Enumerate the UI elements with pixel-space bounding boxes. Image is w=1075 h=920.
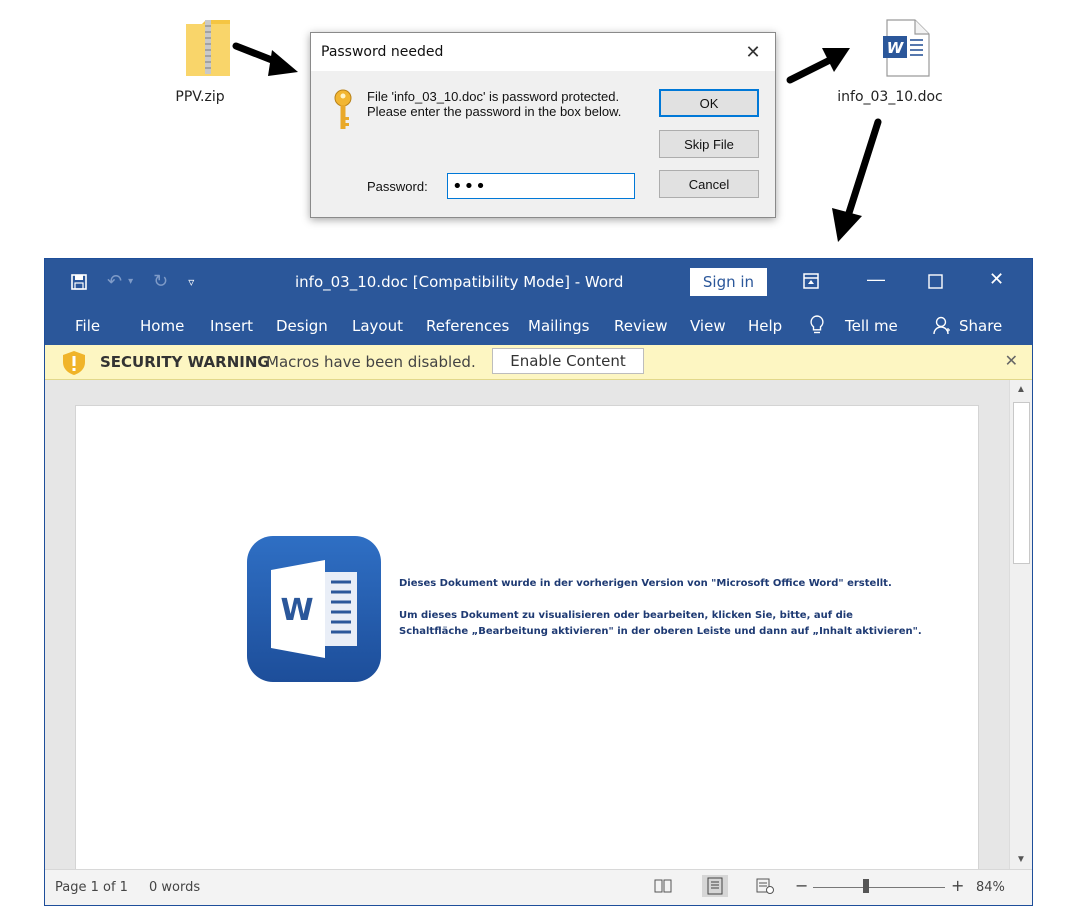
zoom-out-button[interactable]: − [795,876,808,895]
security-warning-text: Macros have been disabled. [266,353,476,371]
warning-shield-icon [63,351,85,375]
close-warning-icon[interactable]: ✕ [1005,351,1018,370]
vertical-scrollbar[interactable]: ▲ ▼ [1009,380,1032,870]
logo-letter: W [280,593,313,628]
tab-review[interactable]: Review [614,317,668,335]
lightbulb-icon [810,315,824,334]
document-area: W Dieses Dokument wurde in der vorherige… [45,380,1032,877]
scroll-thumb[interactable] [1013,402,1030,564]
word-logo-icon: W [247,536,381,682]
share-person-icon [933,316,950,335]
password-dialog: Password needed ✕ File 'info_03_10.doc' … [310,32,776,218]
word-titlebar: ↶ ▾ ↻ ▿ info_03_10.doc [Compatibility Mo… [45,259,1032,307]
scroll-up-icon[interactable]: ▲ [1010,380,1032,400]
dialog-titlebar: Password needed ✕ [311,33,775,71]
tell-me-search[interactable]: Tell me [845,317,898,335]
close-icon[interactable]: ✕ [741,42,765,63]
doc-file[interactable]: W info_03_10.doc [830,18,950,105]
doc-file-name: info_03_10.doc [837,89,943,105]
tab-design[interactable]: Design [276,317,328,335]
zoom-slider[interactable] [813,887,945,888]
ok-button[interactable]: OK [659,89,759,117]
document-text-line-2: Um dieses Dokument zu visualisieren oder… [399,610,853,621]
tab-file[interactable]: File [75,317,100,335]
tab-home[interactable]: Home [140,317,184,335]
tab-insert[interactable]: Insert [210,317,253,335]
status-bar: Page 1 of 1 0 words − + 84% [45,869,1032,905]
word-window: ↶ ▾ ↻ ▿ info_03_10.doc [Compatibility Mo… [44,258,1033,906]
word-count[interactable]: 0 words [149,880,200,895]
close-window-icon[interactable]: ✕ [989,269,1004,290]
document-text-line-1: Dieses Dokument wurde in der vorherigen … [399,578,892,589]
key-icon [334,89,352,129]
minimize-icon[interactable]: — [867,269,885,290]
quick-access-toolbar: ↶ ▾ ↻ ▿ [71,271,194,292]
enable-content-button[interactable]: Enable Content [492,348,644,374]
save-icon[interactable] [71,273,87,290]
customize-qat-icon[interactable]: ▿ [188,275,194,289]
undo-dropdown-icon[interactable]: ▾ [128,276,133,287]
security-warning-bar: SECURITY WARNING Macros have been disabl… [45,345,1032,380]
tab-view[interactable]: View [690,317,726,335]
tab-mailings[interactable]: Mailings [528,317,589,335]
security-warning-heading: SECURITY WARNING [100,353,270,371]
password-input[interactable]: ••• [447,173,635,199]
scroll-down-icon[interactable]: ▼ [1010,850,1032,870]
print-layout-icon[interactable] [702,875,728,897]
window-title: info_03_10.doc [Compatibility Mode] - Wo… [295,273,624,291]
password-label: Password: [367,179,428,194]
document-text-line-3: Schaltfläche „Bearbeitung aktivieren" in… [399,626,922,637]
redo-icon[interactable]: ↻ [153,271,168,292]
tab-references[interactable]: References [426,317,509,335]
arrow-doc-to-word [832,118,882,242]
ribbon-tabs: File Home Insert Design Layout Reference… [45,307,1032,345]
maximize-icon[interactable] [928,274,943,289]
undo-icon[interactable]: ↶ [107,271,122,292]
cancel-button[interactable]: Cancel [659,170,759,198]
document-page[interactable]: W Dieses Dokument wurde in der vorherige… [75,405,979,877]
ribbon-display-options-icon[interactable] [803,273,819,289]
page-count[interactable]: Page 1 of 1 [55,880,128,895]
dialog-message: File 'info_03_10.doc' is password protec… [367,89,622,119]
tab-layout[interactable]: Layout [352,317,403,335]
zoom-level[interactable]: 84% [976,880,1005,895]
zip-folder-icon [185,20,230,76]
sign-in-button[interactable]: Sign in [690,268,767,296]
word-doc-icon: W [883,19,930,77]
share-button[interactable]: Share [959,317,1002,335]
tab-help[interactable]: Help [748,317,782,335]
arrow-zip-to-dialog [232,42,298,76]
zoom-in-button[interactable]: + [951,876,964,895]
skip-file-button[interactable]: Skip File [659,130,759,158]
zip-file-name: PPV.zip [175,89,225,105]
dialog-title: Password needed [321,44,444,60]
web-layout-icon[interactable] [755,877,775,895]
doc-icon-letter: W [887,39,905,57]
read-mode-icon[interactable] [653,877,673,895]
zip-file[interactable]: PPV.zip [160,18,240,105]
zoom-slider-thumb[interactable] [863,879,869,893]
